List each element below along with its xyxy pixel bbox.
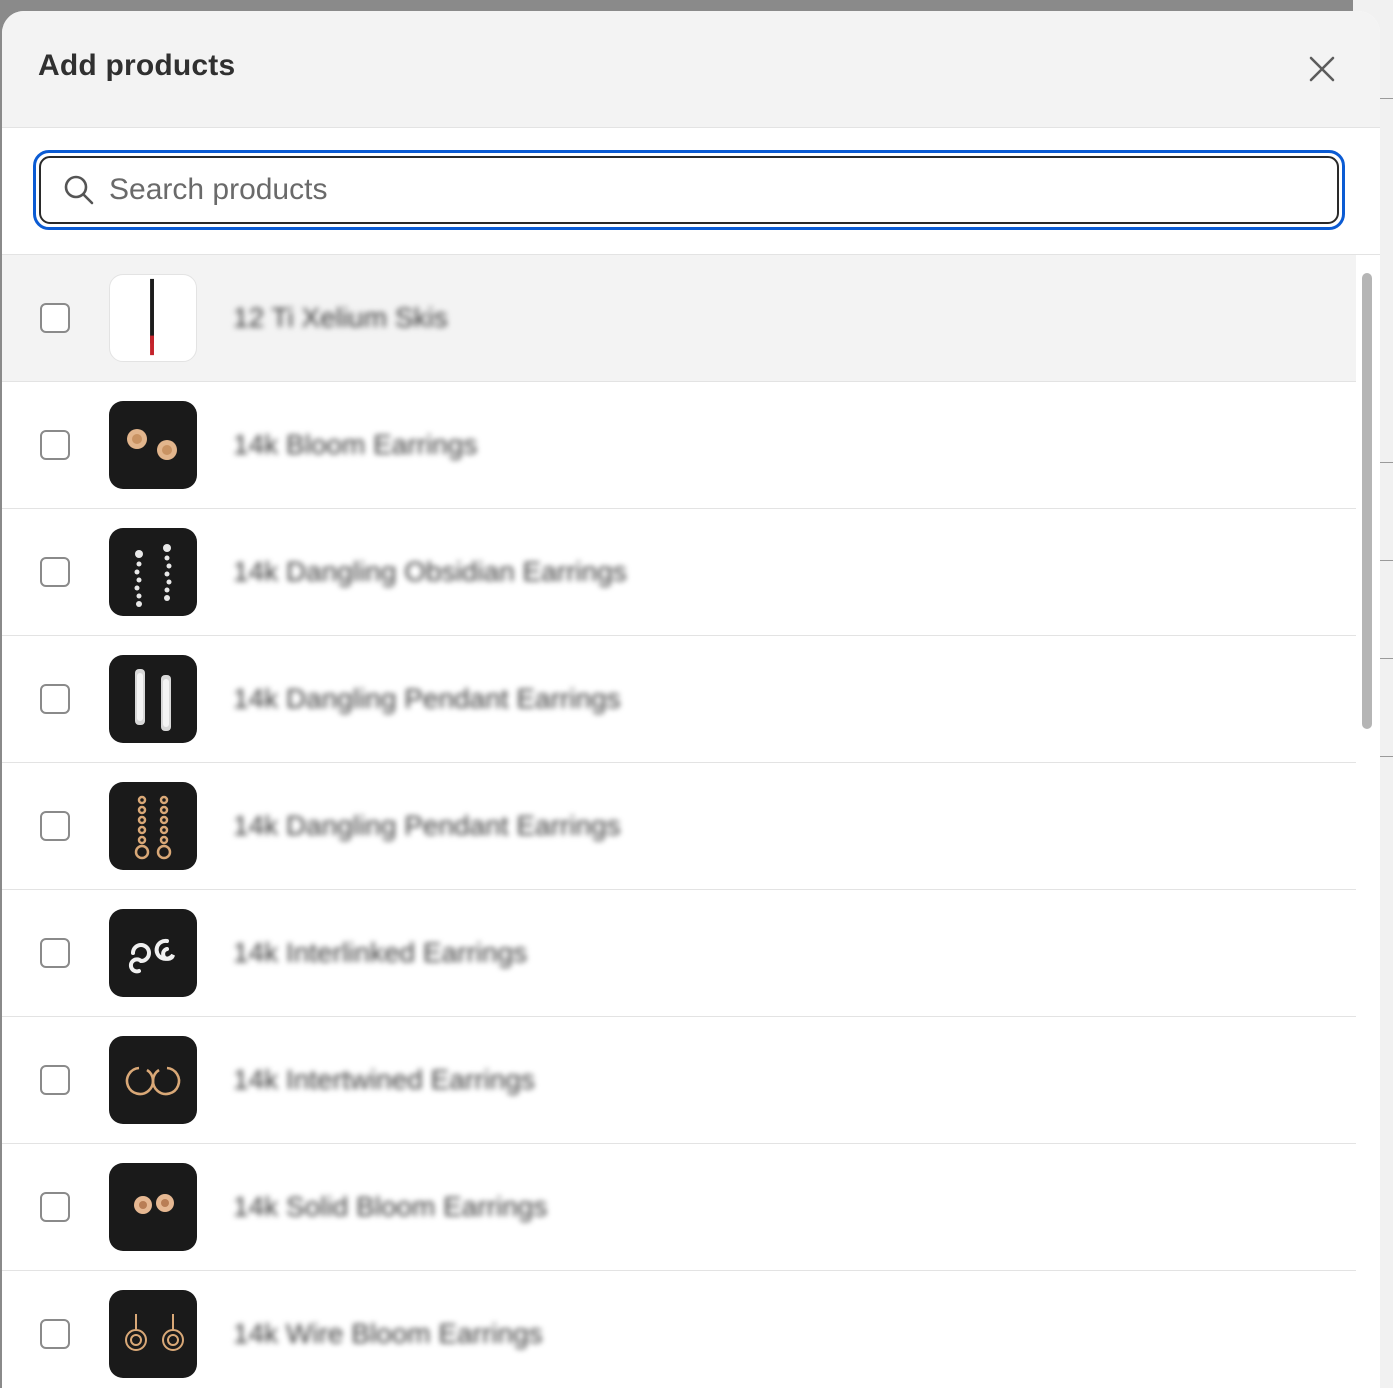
product-checkbox[interactable] (40, 430, 70, 460)
product-row[interactable]: 14k Solid Bloom Earrings (2, 1144, 1356, 1271)
dangling-pendant-earrings-image (109, 655, 197, 743)
product-name: 14k Wire Bloom Earrings (233, 1318, 543, 1349)
product-row[interactable]: 14k Dangling Pendant Earrings (2, 636, 1356, 763)
product-row[interactable]: 14k Interlinked Earrings (2, 890, 1356, 1017)
product-name: 14k Dangling Pendant Earrings (233, 810, 621, 841)
add-products-dialog: Add products Search products 12 Ti Xeliu… (2, 11, 1380, 1388)
product-name: 14k Solid Bloom Earrings (233, 1191, 548, 1222)
product-checkbox[interactable] (40, 1319, 70, 1349)
product-name: 14k Dangling Pendant Earrings (233, 683, 621, 714)
product-checkbox[interactable] (40, 938, 70, 968)
ski-image (109, 274, 197, 362)
product-row[interactable]: 14k Wire Bloom Earrings (2, 1271, 1356, 1388)
interlinked-earrings-image (109, 909, 197, 997)
search-icon (63, 174, 95, 206)
solid-bloom-earrings-image (109, 1163, 197, 1251)
scrollbar-thumb[interactable] (1362, 273, 1372, 729)
product-row[interactable]: 14k Dangling Obsidian Earrings (2, 509, 1356, 636)
product-checkbox[interactable] (40, 1065, 70, 1095)
product-checkbox[interactable] (40, 684, 70, 714)
intertwined-earrings-image (109, 1036, 197, 1124)
search-field[interactable] (33, 150, 1345, 230)
wire-bloom-earrings-image (109, 1290, 197, 1378)
product-name: 14k Bloom Earrings (233, 429, 478, 460)
bloom-earrings-image (109, 401, 197, 489)
product-row[interactable]: 14k Bloom Earrings (2, 382, 1356, 509)
search-section (2, 128, 1380, 255)
product-checkbox[interactable] (40, 1192, 70, 1222)
close-icon (1309, 56, 1335, 82)
product-list: 12 Ti Xelium Skis 14k Bloom Earrings 14k… (2, 255, 1356, 1388)
product-name: 14k Dangling Obsidian Earrings (233, 556, 627, 587)
product-name: 14k Intertwined Earrings (233, 1064, 535, 1095)
search-field-inner (39, 156, 1339, 224)
search-input[interactable] (107, 172, 1337, 208)
product-checkbox[interactable] (40, 557, 70, 587)
close-button[interactable] (1302, 49, 1342, 89)
dangling-pendant-gold-earrings-image (109, 782, 197, 870)
product-checkbox[interactable] (40, 303, 70, 333)
product-row[interactable]: 12 Ti Xelium Skis (2, 255, 1356, 382)
dialog-header: Add products (2, 11, 1380, 128)
product-name: 14k Interlinked Earrings (233, 937, 528, 968)
dialog-title: Add products (38, 49, 236, 82)
dangling-obsidian-earrings-image (109, 528, 197, 616)
product-checkbox[interactable] (40, 811, 70, 841)
product-name: 12 Ti Xelium Skis (233, 302, 448, 333)
product-row[interactable]: 14k Dangling Pendant Earrings (2, 763, 1356, 890)
product-row[interactable]: 14k Intertwined Earrings (2, 1017, 1356, 1144)
